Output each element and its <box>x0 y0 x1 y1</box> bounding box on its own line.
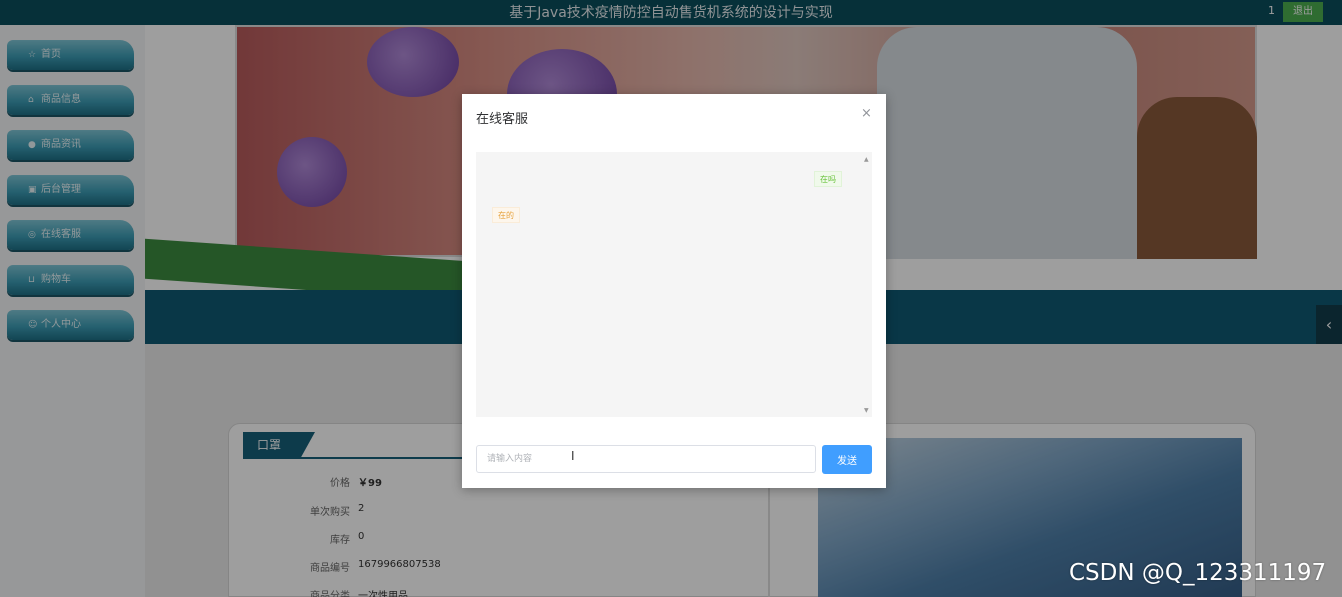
chat-message-sent: 在吗 <box>814 171 842 187</box>
chat-message-received: 在的 <box>492 207 520 223</box>
chat-input[interactable] <box>476 445 816 473</box>
watermark: CSDN @Q_123311197 <box>1069 560 1327 586</box>
scroll-up-icon[interactable]: ▲ <box>864 156 869 163</box>
chat-history[interactable] <box>476 152 872 417</box>
dialog-title: 在线客服 <box>476 112 529 127</box>
text-cursor-icon: I <box>571 449 575 463</box>
chat-scrollbar[interactable]: ▲ ▼ <box>864 156 870 414</box>
scroll-down-icon[interactable]: ▼ <box>864 407 869 414</box>
close-icon[interactable]: × <box>861 106 872 121</box>
send-button[interactable]: 发送 <box>822 445 872 474</box>
customer-service-dialog: 在线客服 × ▲ ▼ 在吗 在的 I 发送 <box>462 94 886 488</box>
